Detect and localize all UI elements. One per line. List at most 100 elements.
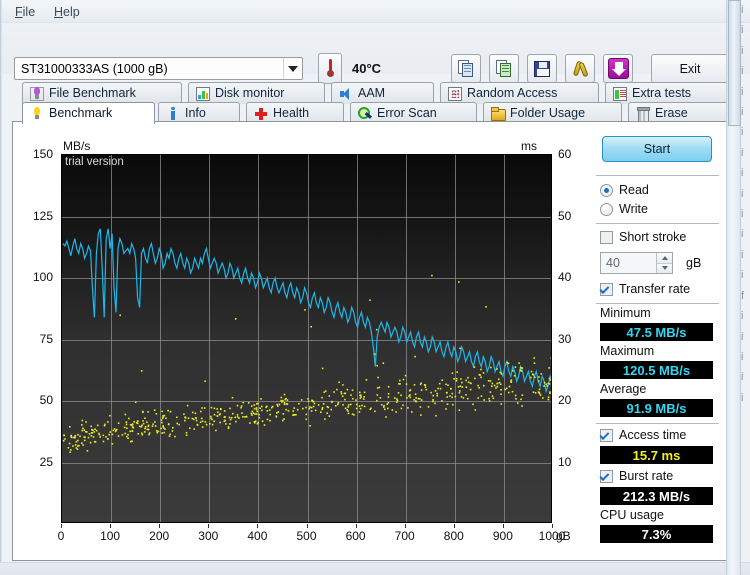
access-time-point: [144, 417, 146, 419]
access-time-point: [147, 424, 150, 427]
access-time-point: [310, 325, 312, 328]
page-scrollbar[interactable]: [726, 0, 741, 575]
access-time-point: [310, 406, 313, 409]
access-time-point: [434, 402, 436, 405]
access-time-point: [446, 403, 449, 405]
access-time-point: [359, 407, 362, 410]
background-text-line: i: [741, 310, 744, 323]
access-time-point: [359, 391, 361, 394]
access-time-point: [141, 433, 144, 436]
x-tick-mark: [404, 524, 406, 528]
access-time-point: [254, 413, 256, 415]
access-time-point: [225, 423, 227, 425]
access-time-point: [396, 399, 399, 402]
access-time-point: [124, 432, 127, 435]
access-time-point: [312, 405, 315, 408]
access-time-point: [445, 392, 448, 394]
access-time-point: [328, 415, 331, 417]
menu-item-help[interactable]: Help: [49, 4, 85, 20]
access-time-point: [549, 392, 551, 395]
checkbox-burst-rate[interactable]: Burst rate: [600, 469, 673, 483]
access-time-point: [321, 367, 324, 370]
access-time-point: [437, 387, 439, 390]
access-time-point: [514, 366, 517, 368]
access-time-point: [152, 423, 154, 425]
access-time-point: [81, 429, 84, 432]
x-tick-mark: [306, 524, 308, 528]
access-time-point: [146, 421, 148, 423]
access-time-point: [293, 407, 295, 409]
access-time-point: [196, 424, 199, 426]
access-time-point: [365, 379, 368, 381]
access-time-point: [184, 419, 186, 422]
access-time-point: [328, 395, 331, 397]
access-time-point: [483, 399, 485, 401]
access-time-point: [117, 435, 120, 437]
start-button[interactable]: Start: [602, 136, 712, 162]
access-time-point: [474, 377, 476, 380]
tab-disk-monitor[interactable]: Disk monitor: [188, 82, 325, 104]
checkbox-access-time-box: [600, 428, 613, 442]
short-stroke-size-stepper[interactable]: 40: [600, 252, 673, 274]
access-time-point: [466, 397, 469, 400]
access-time-point: [411, 411, 413, 413]
access-time-point: [460, 378, 462, 380]
x-tick-mark: [61, 524, 62, 528]
access-time-point: [128, 417, 130, 420]
access-time-point: [336, 388, 338, 391]
access-time-point: [105, 436, 107, 438]
access-time-point: [540, 373, 543, 375]
access-time-point: [461, 381, 463, 384]
x-tick-mark: [159, 524, 161, 528]
tab-file-benchmark[interactable]: File Benchmark: [22, 82, 182, 104]
access-time-point: [102, 440, 105, 443]
tab-benchmark[interactable]: Benchmark: [22, 102, 155, 124]
access-time-point: [539, 394, 542, 396]
access-time-point: [271, 405, 274, 408]
tab-extra-tests[interactable]: Extra tests: [605, 82, 729, 104]
access-time-point: [261, 405, 263, 408]
access-time-point: [302, 407, 304, 410]
page-scrollbar-thumb[interactable]: [728, 0, 741, 126]
stepper-down-button[interactable]: [656, 262, 672, 273]
tab-aam[interactable]: AAM: [331, 82, 434, 104]
access-time-point: [76, 448, 79, 450]
menu-item-file[interactable]: File: [10, 4, 40, 20]
access-time-point: [335, 405, 337, 407]
access-time-point: [74, 444, 77, 446]
access-time-point: [265, 406, 267, 409]
access-time-point: [70, 449, 72, 451]
access-time-point: [157, 430, 160, 433]
access-time-point: [320, 411, 322, 413]
access-time-point: [151, 425, 154, 427]
access-time-point: [500, 403, 503, 405]
access-time-point: [255, 407, 258, 409]
radio-read[interactable]: Read: [600, 183, 649, 197]
tab-random-access[interactable]: Random Access: [440, 82, 599, 104]
access-time-point: [387, 407, 389, 410]
access-time-point: [103, 424, 106, 427]
access-time-point: [469, 382, 472, 384]
access-time-point: [69, 451, 71, 453]
access-time-point: [142, 422, 145, 425]
checkbox-transfer-rate[interactable]: Transfer rate: [600, 282, 690, 296]
access-time-point: [256, 410, 259, 413]
access-time-point: [251, 410, 254, 413]
background-text-line: i: [741, 371, 744, 384]
access-time-point: [363, 405, 366, 408]
access-time-point: [550, 357, 551, 359]
access-time-point: [194, 412, 197, 415]
access-time-point: [344, 398, 346, 401]
stepper-up-button[interactable]: [656, 253, 672, 263]
checkbox-access-time[interactable]: Access time: [600, 428, 686, 442]
access-time-point: [250, 405, 253, 407]
access-time-point: [496, 382, 498, 385]
radio-write[interactable]: Write: [600, 202, 648, 216]
access-time-point: [261, 420, 264, 422]
checkbox-short-stroke[interactable]: Short stroke: [600, 230, 686, 244]
access-time-point: [200, 410, 202, 413]
access-time-point: [370, 407, 372, 410]
access-time-point: [119, 314, 121, 317]
x-tick-label: 0: [57, 529, 65, 543]
access-time-point: [223, 416, 226, 418]
